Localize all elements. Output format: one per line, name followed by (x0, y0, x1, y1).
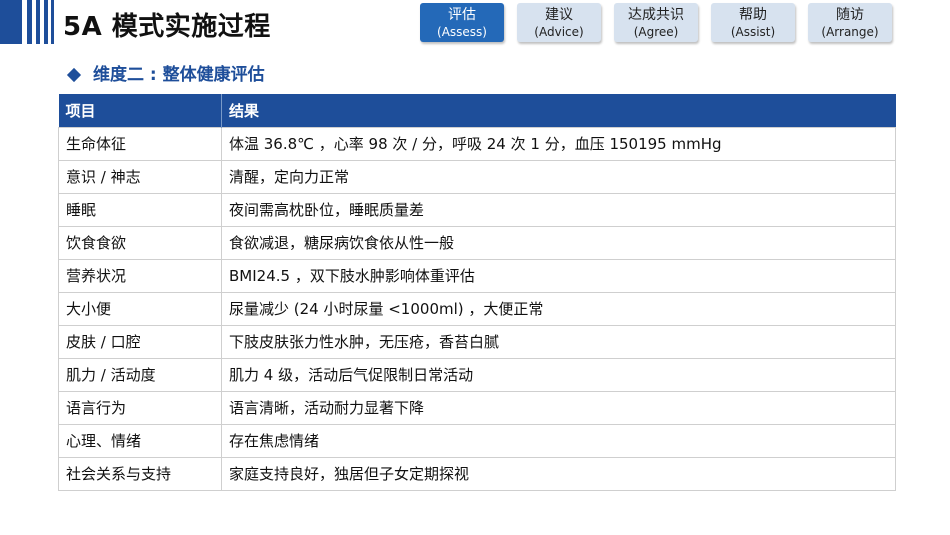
tab-arrange[interactable]: 随访 (Arrange) (808, 3, 892, 42)
logo-bar (44, 0, 48, 44)
row-item: 大小便 (58, 291, 222, 326)
tab-sublabel: (Arrange) (821, 25, 879, 39)
column-header-item: 项目 (58, 94, 222, 127)
tab-agree[interactable]: 达成共识 (Agree) (614, 3, 698, 42)
table-row: 心理、情绪 存在焦虑情绪 (58, 423, 896, 458)
tab-label: 评估 (448, 7, 476, 23)
row-result: 语言清晰，活动耐力显著下降 (221, 390, 896, 425)
dimension-label: 维度二 : 整体健康评估 (93, 65, 265, 85)
logo-bar (36, 0, 40, 44)
assessment-table: 项目 结果 生命体征 体温 36.8℃ ，心率 98 次 / 分，呼吸 24 次 … (58, 94, 896, 491)
row-result: 肌力 4 级，活动后气促限制日常活动 (221, 357, 896, 392)
table-row: 营养状况 BMI24.5 ，双下肢水肿影响体重评估 (58, 258, 896, 293)
row-result: 食欲减退，糖尿病饮食依从性一般 (221, 225, 896, 260)
tab-advice[interactable]: 建议 (Advice) (517, 3, 601, 42)
table-row: 意识 / 神志 清醒，定向力正常 (58, 159, 896, 194)
logo-bar (51, 0, 54, 44)
logo-bars (0, 0, 56, 44)
logo-bar (27, 0, 32, 44)
table-row: 语言行为 语言清晰，活动耐力显著下降 (58, 390, 896, 425)
tab-assist[interactable]: 帮助 (Assist) (711, 3, 795, 42)
tab-sublabel: (Assist) (730, 25, 776, 39)
table-row: 社会关系与支持 家庭支持良好，独居但子女定期探视 (58, 456, 896, 491)
column-header-result: 结果 (221, 94, 896, 127)
row-result: 清醒，定向力正常 (221, 159, 896, 194)
row-item: 营养状况 (58, 258, 222, 293)
tab-sublabel: (Assess) (437, 25, 487, 39)
row-result: 存在焦虑情绪 (221, 423, 896, 458)
table-row: 睡眠 夜间需高枕卧位，睡眠质量差 (58, 192, 896, 227)
table-row: 生命体征 体温 36.8℃ ，心率 98 次 / 分，呼吸 24 次 1 分，血压… (58, 126, 896, 161)
row-result: 尿量减少 (24 小时尿量 <1000ml) ，大便正常 (221, 291, 896, 326)
logo-bar (0, 0, 22, 44)
row-item: 饮食食欲 (58, 225, 222, 260)
tab-assess[interactable]: 评估 (Assess) (420, 3, 504, 42)
row-result: 夜间需高枕卧位，睡眠质量差 (221, 192, 896, 227)
row-result: 家庭支持良好，独居但子女定期探视 (221, 456, 896, 491)
row-item: 睡眠 (58, 192, 222, 227)
tab-label: 建议 (545, 7, 573, 23)
row-item: 生命体征 (58, 126, 222, 161)
tab-label: 达成共识 (628, 7, 684, 23)
row-result: 下肢皮肤张力性水肿，无压疮，香苔白腻 (221, 324, 896, 359)
page-title: 5A 模式实施过程 (63, 12, 271, 42)
table-row: 皮肤 / 口腔 下肢皮肤张力性水肿，无压疮，香苔白腻 (58, 324, 896, 359)
row-result: 体温 36.8℃ ，心率 98 次 / 分，呼吸 24 次 1 分，血压 150… (221, 126, 896, 161)
row-item: 语言行为 (58, 390, 222, 425)
tab-sublabel: (Agree) (633, 25, 679, 39)
row-item: 意识 / 神志 (58, 159, 222, 194)
row-item: 皮肤 / 口腔 (58, 324, 222, 359)
table-header-row: 项目 结果 (58, 94, 896, 127)
table-row: 肌力 / 活动度 肌力 4 级，活动后气促限制日常活动 (58, 357, 896, 392)
row-result: BMI24.5 ，双下肢水肿影响体重评估 (221, 258, 896, 293)
tab-label: 随访 (836, 7, 864, 23)
row-item: 肌力 / 活动度 (58, 357, 222, 392)
table-row: 大小便 尿量减少 (24 小时尿量 <1000ml) ，大便正常 (58, 291, 896, 326)
diamond-bullet-icon (66, 67, 82, 83)
tab-label: 帮助 (739, 7, 767, 23)
table-row: 饮食食欲 食欲减退，糖尿病饮食依从性一般 (58, 225, 896, 260)
section-heading: 维度二 : 整体健康评估 (66, 62, 276, 92)
tab-sublabel: (Advice) (534, 25, 584, 39)
row-item: 心理、情绪 (58, 423, 222, 458)
row-item: 社会关系与支持 (58, 456, 222, 491)
